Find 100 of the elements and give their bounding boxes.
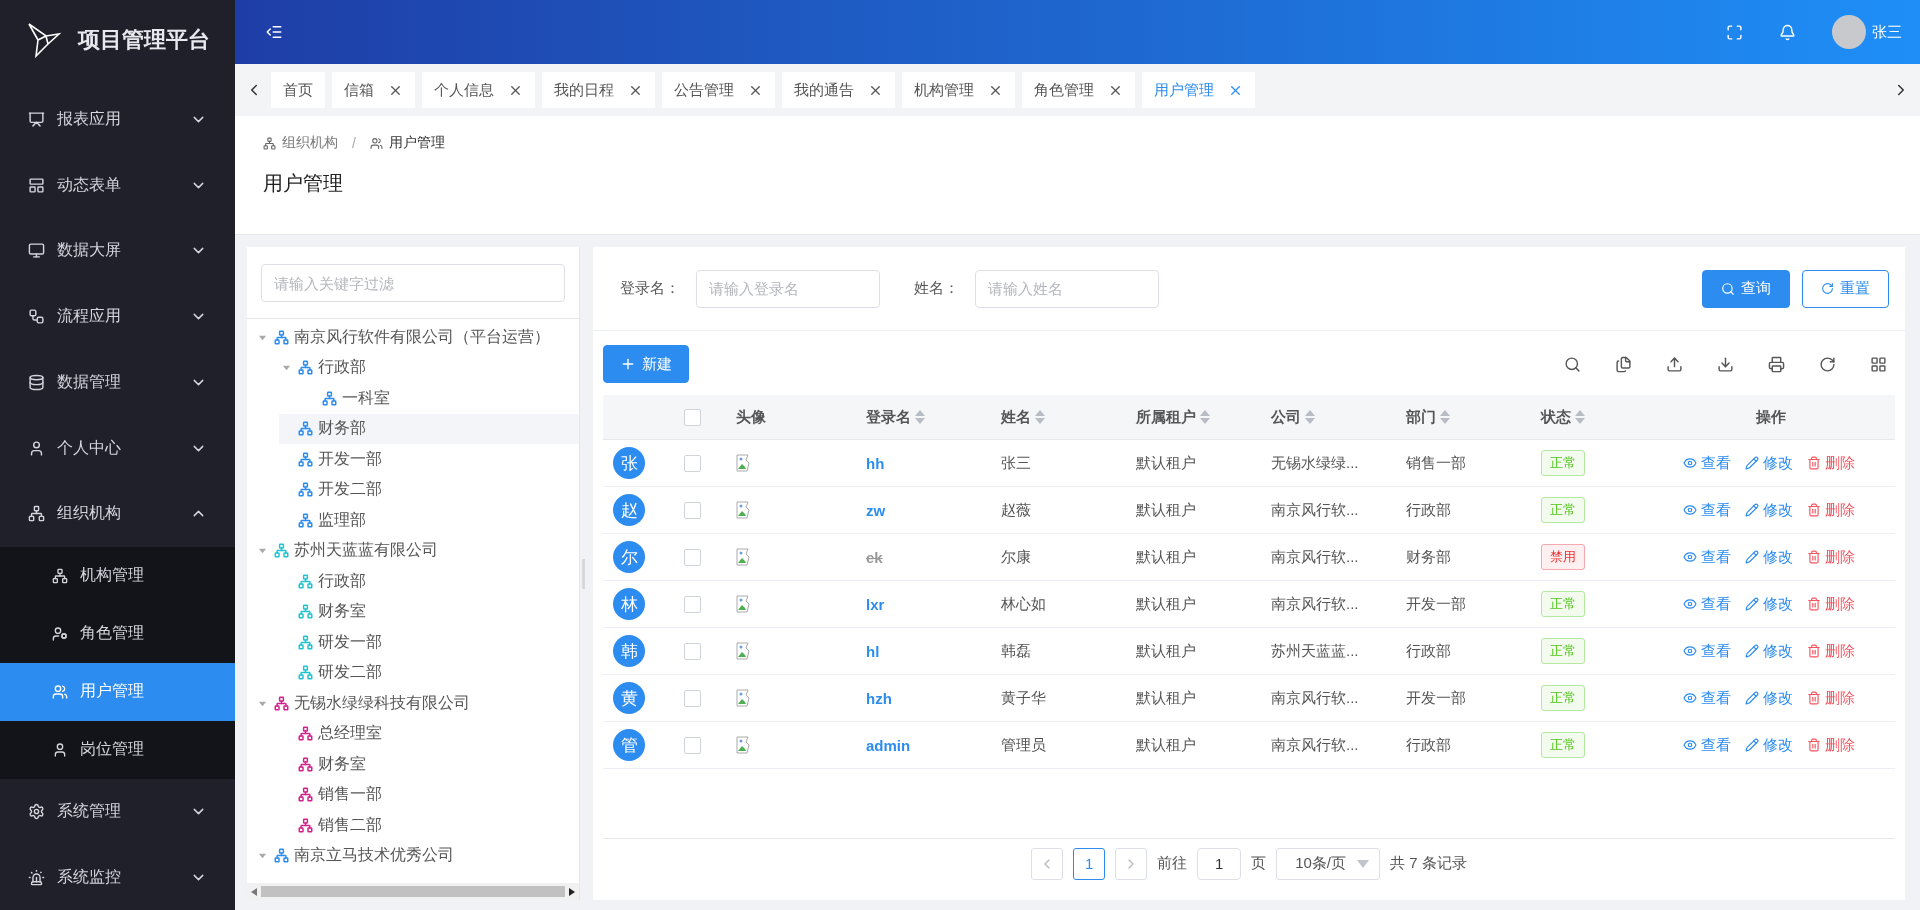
tree-node[interactable]: 苏州天蓝蓝有限公司 (255, 535, 579, 566)
column-header[interactable]: 状态 (1531, 407, 1646, 427)
sidebar-item[interactable]: 个人中心 (0, 415, 235, 481)
page-tab[interactable]: 公告管理 (662, 72, 775, 108)
user-avatar[interactable] (1832, 15, 1866, 49)
search-icon[interactable] (1564, 355, 1581, 373)
reset-button[interactable]: 重置 (1802, 269, 1889, 308)
tree-node[interactable]: 行政部 (279, 566, 579, 597)
tree-node[interactable]: 一科室 (303, 383, 579, 414)
caret-icon[interactable] (257, 851, 267, 861)
page-tab[interactable]: 机构管理 (902, 72, 1015, 108)
sort-icon[interactable] (1574, 409, 1586, 425)
view-link[interactable]: 查看 (1682, 500, 1731, 520)
column-header[interactable]: 姓名 (991, 407, 1126, 427)
tree-node[interactable]: 财务室 (279, 749, 579, 780)
checkbox[interactable] (684, 454, 701, 472)
column-header[interactable]: 部门 (1396, 407, 1531, 427)
table-cell: 南京风行软... (1271, 688, 1359, 708)
column-header[interactable]: 所属租户 (1126, 407, 1261, 427)
submenu-item[interactable]: 机构管理 (0, 546, 235, 605)
page-tab[interactable]: 我的通告 (782, 72, 895, 108)
next-page-button[interactable] (1115, 847, 1148, 880)
edit-link[interactable]: 修改 (1744, 594, 1793, 614)
sidebar-item[interactable]: 系统管理 (0, 778, 235, 845)
text-field[interactable]: 请输入姓名 (975, 269, 1159, 308)
table-cell: 默认租户 (1136, 547, 1196, 567)
upload-icon[interactable] (1666, 355, 1683, 373)
refresh-icon[interactable] (1819, 355, 1836, 373)
checkbox[interactable] (684, 642, 701, 660)
view-link[interactable]: 查看 (1682, 594, 1731, 614)
printer-icon[interactable] (1768, 355, 1785, 373)
grid-icon[interactable] (1870, 355, 1887, 373)
tree-node[interactable]: 无锡水绿绿科技有限公司 (255, 688, 579, 719)
bell-icon[interactable] (1779, 23, 1796, 41)
sort-icon[interactable] (1439, 409, 1451, 425)
page-tab[interactable]: 个人信息 (422, 72, 535, 108)
page-size-select[interactable]: 10条/页 (1276, 847, 1381, 880)
page-tab[interactable]: 角色管理 (1022, 72, 1135, 108)
sidebar-item[interactable]: 组织机构 (0, 480, 235, 547)
horizontal-scrollbar[interactable] (247, 883, 579, 900)
edit-link[interactable]: 修改 (1744, 500, 1793, 520)
caret-icon[interactable] (281, 363, 291, 373)
tree-node[interactable]: 总经理室 (279, 718, 579, 749)
page-unit: 页 (1251, 854, 1267, 873)
edit-link[interactable]: 修改 (1744, 688, 1793, 708)
tree-node[interactable]: 开发一部 (279, 444, 579, 475)
column-header[interactable]: 公司 (1261, 407, 1396, 427)
prev-page-button[interactable] (1031, 847, 1064, 880)
sort-icon[interactable] (1034, 409, 1046, 425)
tree-node[interactable]: 研发二部 (279, 657, 579, 688)
page-tab[interactable]: 首页 (271, 72, 325, 108)
page-tab[interactable]: 信箱 (332, 72, 415, 108)
scroll-right-icon[interactable] (569, 887, 575, 896)
sidebar-item[interactable]: 系统监控 (0, 844, 235, 910)
view-link[interactable]: 查看 (1682, 735, 1731, 755)
edit-link[interactable]: 修改 (1744, 453, 1793, 473)
tree-node[interactable]: 南京立马技术优秀公司 (255, 840, 579, 871)
page-tab[interactable]: 我的日程 (542, 72, 655, 108)
tree-node[interactable]: 财务室 (279, 596, 579, 627)
tree-node[interactable]: 监理部 (279, 505, 579, 536)
documents-icon[interactable] (1615, 355, 1632, 373)
view-link[interactable]: 查看 (1682, 641, 1731, 661)
page-tab[interactable]: 用户管理 (1142, 72, 1255, 108)
tree-node[interactable]: 财务部 (279, 413, 579, 444)
submenu-item[interactable]: 岗位管理 (0, 720, 235, 779)
checkbox[interactable] (684, 736, 701, 754)
tree-node[interactable]: 销售一部 (279, 779, 579, 810)
breadcrumb-item[interactable]: 组织机构 (282, 134, 338, 152)
text-field[interactable]: 请输入登录名 (696, 269, 880, 308)
org-chart-icon (263, 136, 276, 150)
column-header[interactable]: 登录名 (856, 407, 991, 427)
filter-field[interactable]: 请输入关键字过滤 (261, 264, 565, 302)
checkbox[interactable] (684, 501, 701, 519)
checkbox[interactable] (684, 689, 701, 707)
edit-link[interactable]: 修改 (1744, 735, 1793, 755)
checkbox[interactable] (684, 595, 701, 613)
sidebar-item[interactable]: 报表应用 (0, 86, 235, 153)
sidebar-item[interactable]: 动态表单 (0, 152, 235, 219)
fullscreen-icon[interactable] (1726, 23, 1743, 41)
tree-node[interactable]: 开发二部 (279, 474, 579, 505)
caret-icon[interactable] (257, 546, 267, 556)
sidebar-item[interactable]: 数据大屏 (0, 218, 235, 284)
view-link[interactable]: 查看 (1682, 453, 1731, 473)
sort-icon[interactable] (1199, 409, 1211, 425)
sort-icon[interactable] (914, 409, 926, 425)
table-cell: 南京风行软... (1271, 735, 1359, 755)
tree-node[interactable]: 行政部 (279, 352, 579, 383)
submenu-item[interactable]: 角色管理 (0, 604, 235, 663)
tree-node[interactable]: 南京风行软件有限公司（平台运营） (255, 322, 579, 353)
checkbox[interactable] (684, 408, 701, 426)
page-input[interactable]: 1 (1197, 847, 1242, 880)
download-icon[interactable] (1717, 355, 1734, 373)
view-link[interactable]: 查看 (1682, 688, 1731, 708)
tree-node[interactable]: 销售二部 (279, 810, 579, 841)
sidebar-item[interactable]: 流程应用 (0, 283, 235, 350)
sidebar-item[interactable]: 数据管理 (0, 349, 235, 416)
collapse-menu-icon[interactable] (265, 23, 283, 41)
sort-icon[interactable] (1304, 409, 1316, 425)
edit-link[interactable]: 修改 (1744, 641, 1793, 661)
tree-node[interactable]: 研发一部 (279, 627, 579, 658)
